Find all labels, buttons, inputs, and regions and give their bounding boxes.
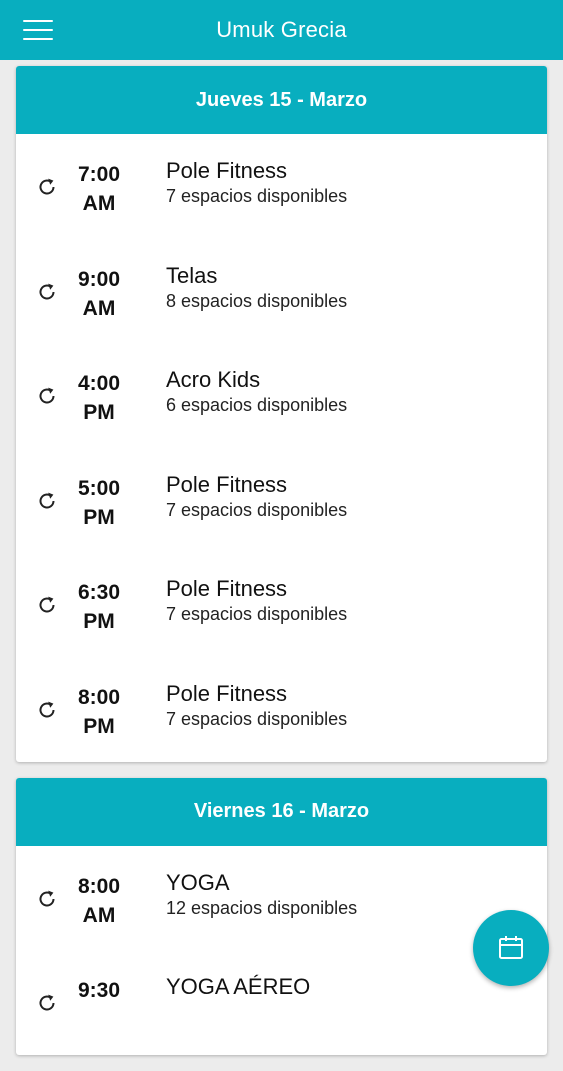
availability-text: 6 espacios disponibles [166, 395, 348, 416]
refresh-icon[interactable] [36, 594, 58, 616]
availability-text: 7 espacios disponibles [166, 604, 348, 625]
class-slot[interactable]: 8:00 PM Pole Fitness 7 espacios disponibles [16, 657, 547, 762]
slot-class-info: Pole Fitness 7 espacios disponibles [166, 158, 347, 208]
availability-text: 12 espacios disponibles [166, 897, 358, 918]
class-name: Pole Fitness [166, 471, 288, 497]
availability-text: 7 espacios disponibles [166, 499, 348, 520]
slot-class-info: Pole Fitness 7 espacios disponibles [166, 576, 347, 626]
class-name: YOGA [166, 869, 230, 895]
refresh-icon[interactable] [36, 281, 58, 303]
slot-time-period: PM [83, 505, 115, 529]
slot-time-period: AM [82, 296, 116, 320]
slot-class-info: YOGA 12 espacios disponibles [166, 870, 357, 920]
class-name: Acro Kids [166, 367, 261, 393]
slot-time-hour: 9:30 [77, 979, 121, 1003]
class-slot[interactable]: 5:00 PM Pole Fitness 7 espacios disponibles [16, 448, 547, 553]
day-header: Viernes 16 - Marzo [16, 777, 547, 846]
slot-time-hour: 6:30 [77, 581, 121, 605]
class-name: YOGA AÉREO [166, 974, 311, 1000]
calendar-fab-button[interactable] [473, 910, 549, 986]
refresh-icon[interactable] [36, 490, 58, 512]
class-slot[interactable]: 4:00 PM Acro Kids 6 espacios disponibles [16, 343, 547, 448]
slot-time-hour: 4:00 [77, 372, 121, 396]
class-name: Pole Fitness [166, 576, 288, 602]
slot-time-period: PM [83, 610, 115, 634]
slot-time-period: AM [82, 192, 116, 215]
slot-class-info: YOGA AÉREO [166, 974, 310, 1000]
slot-class-info: Acro Kids 6 espacios disponibles [166, 367, 347, 417]
slot-time: 8:00 AM [64, 872, 134, 930]
class-name: Telas [166, 262, 218, 288]
slot-time-hour: 9:00 [77, 267, 121, 291]
slot-time-hour: 5:00 [77, 476, 121, 500]
slot-time-hour: 8:00 [77, 874, 121, 898]
slot-class-info: Pole Fitness 7 espacios disponibles [166, 681, 347, 731]
slot-class-info: Pole Fitness 7 espacios disponibles [166, 472, 347, 522]
refresh-icon[interactable] [36, 699, 58, 721]
app-title: Umuk Grecia [216, 17, 347, 42]
slot-time: 6:30 PM [64, 578, 134, 636]
slot-time-period: AM [82, 903, 116, 927]
class-slot[interactable]: 9:30 YOGA AÉREO [16, 950, 547, 1055]
slot-time-period: PM [83, 714, 115, 738]
class-name: Pole Fitness [166, 680, 288, 706]
hamburger-line [23, 38, 53, 40]
hamburger-line [23, 20, 53, 22]
day-header: Jueves 15 - Marzo [16, 66, 547, 134]
refresh-icon[interactable] [36, 888, 58, 910]
slot-time: 9:00 AM [64, 265, 134, 323]
availability-text: 7 espacios disponibles [166, 708, 348, 729]
day-card: Viernes 16 - Marzo 8:00 AM YOGA 12 espacios … [16, 777, 547, 1055]
hamburger-menu-button[interactable] [22, 17, 54, 43]
app-header: Umuk Grecia [0, 0, 563, 60]
class-slot[interactable]: 7:00 AM Pole Fitness 7 espacios disponibles [16, 134, 547, 239]
refresh-icon[interactable] [36, 992, 58, 1014]
availability-text: 8 espacios disponibles [166, 290, 348, 311]
class-name: Pole Fitness [166, 158, 288, 183]
class-slot[interactable]: 9:00 AM Telas 8 espacios disponibles [16, 239, 547, 344]
class-slot[interactable]: 6:30 PM Pole Fitness 7 espacios disponibles [16, 552, 547, 657]
slot-time-period: PM [83, 401, 115, 425]
availability-text: 7 espacios disponibles [166, 186, 348, 206]
hamburger-line [23, 29, 53, 31]
slot-time-hour: 8:00 [77, 685, 121, 709]
refresh-icon[interactable] [36, 385, 58, 407]
slot-class-info: Telas 8 espacios disponibles [166, 263, 347, 313]
schedule-list[interactable]: Jueves 15 - Marzo 7:00 AM Pole Fitness 7 esp… [16, 66, 547, 1071]
refresh-icon[interactable] [36, 176, 58, 198]
slot-time: 5:00 PM [64, 474, 134, 532]
slot-time: 8:00 PM [64, 683, 134, 741]
slot-time: 9:30 [64, 976, 134, 1005]
slot-time-hour: 7:00 [77, 163, 121, 186]
slot-time: 4:00 PM [64, 369, 134, 427]
day-card: Jueves 15 - Marzo 7:00 AM Pole Fitness 7 esp… [16, 66, 547, 762]
class-slot[interactable]: 8:00 AM YOGA 12 espacios disponibles [16, 846, 547, 951]
slot-time: 7:00 AM [64, 160, 134, 218]
calendar-icon [499, 936, 523, 959]
